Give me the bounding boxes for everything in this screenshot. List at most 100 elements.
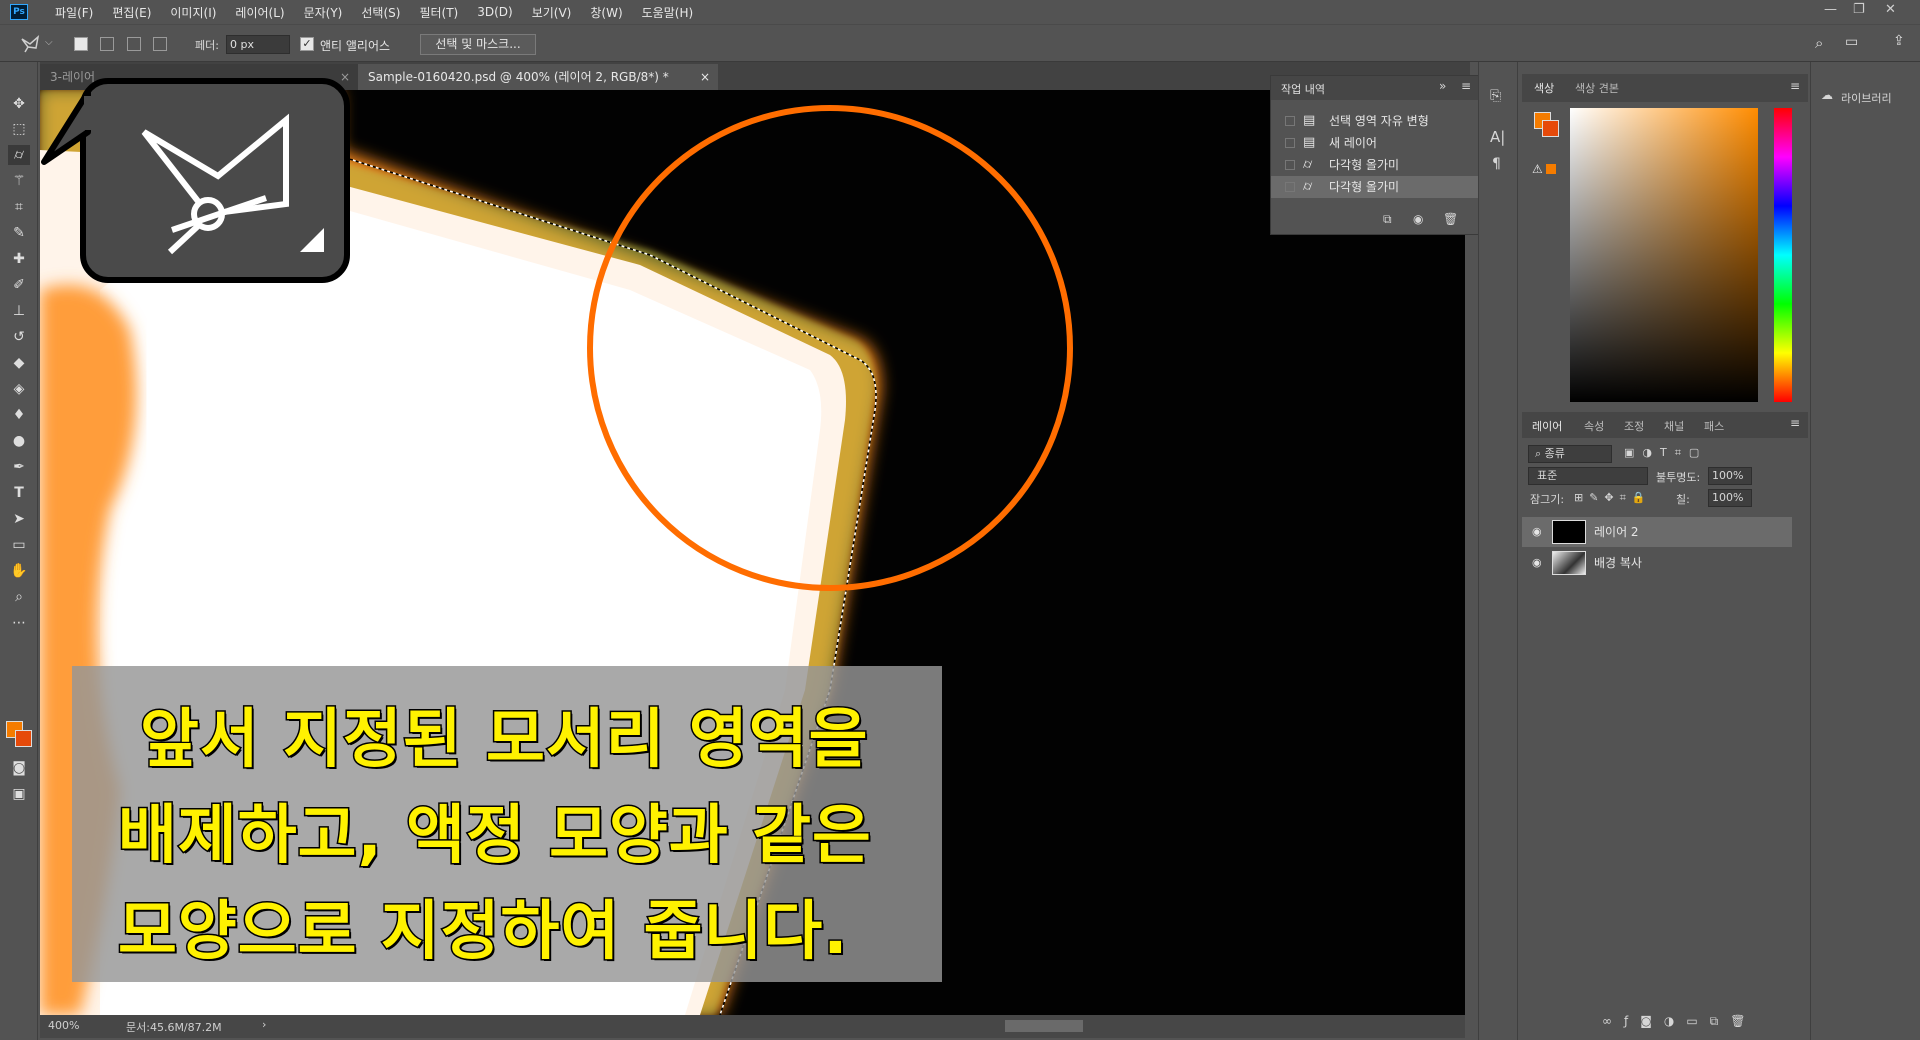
quick-mask-icon[interactable]: ◙ — [8, 758, 30, 778]
more-tools-icon[interactable]: ⋯ — [8, 613, 30, 633]
cloud-icon[interactable]: ☁ — [1821, 88, 1833, 102]
tab-swatches[interactable]: 색상 견본 — [1575, 80, 1619, 96]
marquee-tool-icon[interactable]: ⬚ — [8, 119, 30, 139]
menu-window[interactable]: 창(W) — [590, 4, 622, 21]
add-selection-icon[interactable] — [100, 37, 114, 51]
dodge-tool-icon[interactable]: ● — [8, 431, 30, 451]
close-icon[interactable]: ✕ — [1885, 2, 1896, 17]
blend-mode-select[interactable]: 표준 — [1528, 467, 1648, 485]
menu-file[interactable]: 파일(F) — [55, 4, 93, 21]
lasso-tool-icon[interactable]: ⌭ — [8, 145, 30, 165]
collapse-icon[interactable]: » — [1439, 79, 1446, 93]
layer-actions-icons[interactable]: ∞ƒ◙◑▭⧉🗑 — [1602, 1014, 1757, 1029]
lasso-icon: ⌭ — [1303, 179, 1313, 194]
workspace-icon[interactable]: ▭ — [1845, 34, 1858, 50]
menu-help[interactable]: 도움말(H) — [642, 4, 694, 21]
menu-select[interactable]: 선택(S) — [361, 4, 400, 21]
lock-icons[interactable]: ⊞✎✥⌗🔒 — [1574, 491, 1652, 505]
history-icon[interactable]: ⎘ — [1490, 88, 1501, 104]
new-selection-icon[interactable] — [74, 37, 88, 51]
pen-tool-icon[interactable]: ✒ — [8, 457, 30, 477]
menu-layer[interactable]: 레이어(L) — [235, 4, 284, 21]
menu-view[interactable]: 보기(V) — [532, 4, 572, 21]
magic-wand-icon[interactable]: ⚚ — [8, 171, 30, 191]
zoom-level[interactable]: 400% — [48, 1019, 79, 1032]
layer-row[interactable]: ◉ 배경 복사 — [1522, 548, 1792, 578]
close-tab-icon: × — [699, 70, 710, 84]
tab-color[interactable]: 색상 — [1534, 80, 1554, 96]
menu-type[interactable]: 문자(Y) — [304, 4, 343, 21]
hue-slider[interactable] — [1774, 108, 1792, 402]
type-tool-icon[interactable]: T — [8, 483, 30, 503]
history-item[interactable]: ▤ 새 레이어 — [1271, 132, 1481, 154]
menu-filter[interactable]: 필터(T) — [419, 4, 458, 21]
brush-tool-icon[interactable]: ✐ — [8, 275, 30, 295]
path-selection-icon[interactable]: ➤ — [8, 509, 30, 529]
polygonal-lasso-preset-icon[interactable] — [20, 35, 42, 53]
tab-channels[interactable]: 채널 — [1664, 418, 1684, 434]
caption-line-2: 배제하고, 액정 모양과 같은 — [117, 798, 873, 875]
menu-edit[interactable]: 편집(E) — [112, 4, 151, 21]
layer-name: 레이어 2 — [1594, 525, 1639, 539]
tab-adjustments[interactable]: 조정 — [1624, 418, 1644, 434]
menu-bar: Ps 파일(F) 편집(E) 이미지(I) 레이어(L) 문자(Y) 선택(S)… — [0, 0, 1920, 24]
intersect-selection-icon[interactable] — [153, 37, 167, 51]
tab-properties[interactable]: 속성 — [1584, 418, 1604, 434]
trash-icon[interactable]: 🗑 — [1443, 212, 1458, 226]
panel-menu-icon[interactable]: ≡ — [1790, 79, 1800, 93]
lock-label: 잠그기: — [1530, 493, 1565, 506]
antialias-checkbox[interactable]: ✓ — [300, 37, 314, 51]
crop-tool-icon[interactable]: ⌗ — [8, 197, 30, 217]
layer-filter-icons[interactable]: ▣◑T⌗▢ — [1624, 446, 1707, 460]
gamut-swatch[interactable] — [1546, 164, 1556, 174]
libraries-strip: ☁ 라이브러리 — [1810, 62, 1920, 1040]
libraries-label[interactable]: 라이브러리 — [1841, 90, 1892, 106]
tab-layers[interactable]: 레이어 — [1532, 418, 1562, 434]
new-document-icon[interactable]: ⧉ — [1383, 212, 1392, 227]
eraser-icon[interactable]: ◆ — [8, 353, 30, 373]
horizontal-scrollbar[interactable] — [1005, 1020, 1083, 1032]
minimize-icon[interactable]: — — [1824, 2, 1837, 17]
menu-3d[interactable]: 3D(D) — [477, 5, 512, 19]
background-color-swatch[interactable] — [1542, 120, 1559, 137]
layer-filter-select[interactable]: ⌕ 종류 — [1528, 445, 1612, 463]
hand-tool-icon[interactable]: ✋ — [8, 561, 30, 581]
history-item[interactable]: ⌭ 다각형 올가미 — [1271, 154, 1481, 176]
camera-icon[interactable]: ◉ — [1413, 212, 1423, 226]
tab-document-2[interactable]: Sample-0160420.psd @ 400% (레이어 2, RGB/8*… — [358, 64, 718, 90]
history-brush-icon[interactable]: ↺ — [8, 327, 30, 347]
background-color-swatch[interactable] — [15, 730, 32, 747]
fill-input[interactable]: 100% — [1708, 489, 1752, 507]
move-tool-icon[interactable]: ✥ — [8, 94, 30, 114]
layer-row[interactable]: ◉ 레이어 2 — [1522, 517, 1792, 547]
chevron-down-icon[interactable]: ⌵ — [45, 37, 53, 48]
select-and-mask-button[interactable]: 선택 및 마스크... — [420, 34, 536, 55]
feather-input[interactable]: 0 px — [226, 35, 290, 54]
history-item[interactable]: ▤ 선택 영역 자유 변형 — [1271, 110, 1481, 132]
restore-icon[interactable]: ❐ — [1853, 2, 1865, 17]
clone-stamp-icon[interactable]: ⊥ — [8, 301, 30, 321]
menu-image[interactable]: 이미지(I) — [170, 4, 216, 21]
history-item-selected[interactable]: ⌭ 다각형 올가미 — [1271, 176, 1481, 198]
healing-brush-icon[interactable]: ✚ — [8, 249, 30, 269]
color-field[interactable] — [1570, 108, 1758, 402]
chevron-right-icon[interactable]: › — [262, 1018, 266, 1031]
search-icon[interactable]: ⌕ — [1815, 34, 1823, 52]
panel-menu-icon[interactable]: ≡ — [1461, 79, 1471, 93]
tab-paths[interactable]: 패스 — [1704, 418, 1724, 434]
gamut-warning-icon[interactable]: ⚠ — [1532, 162, 1543, 176]
screen-mode-icon[interactable]: ▣ — [8, 784, 30, 804]
opacity-input[interactable]: 100% — [1708, 467, 1752, 485]
eyedropper-icon[interactable]: ✎ — [8, 223, 30, 243]
options-bar: ⌵ 페더: 0 px ✓ 앤티 앨리어스 선택 및 마스크... ⌕ ▭ ⇪ — [0, 24, 1920, 62]
layer-thumbnail — [1552, 551, 1586, 575]
paint-bucket-icon[interactable]: ◈ — [8, 379, 30, 399]
panel-menu-icon[interactable]: ≡ — [1790, 416, 1800, 430]
subtract-selection-icon[interactable] — [127, 37, 141, 51]
rectangle-tool-icon[interactable]: ▭ — [8, 535, 30, 555]
zoom-tool-icon[interactable]: ⌕ — [8, 587, 30, 607]
share-icon[interactable]: ⇪ — [1893, 33, 1905, 49]
paragraph-icon[interactable]: ¶ — [1492, 156, 1501, 172]
blur-tool-icon[interactable]: ♦ — [8, 405, 30, 425]
character-icon[interactable]: A| — [1490, 128, 1505, 146]
